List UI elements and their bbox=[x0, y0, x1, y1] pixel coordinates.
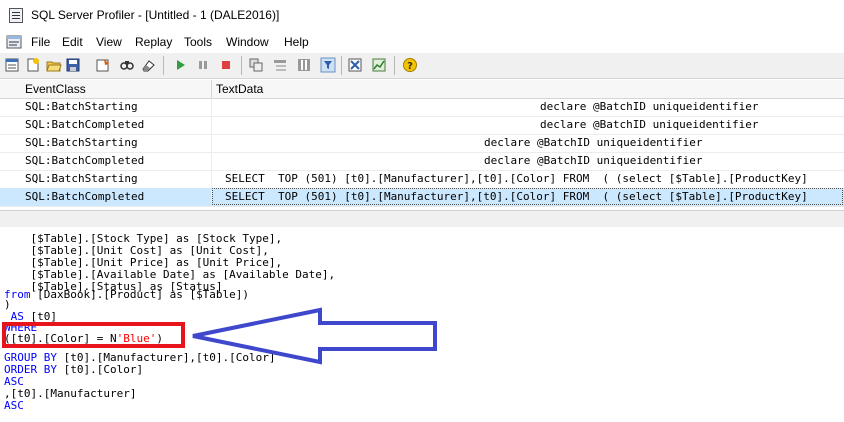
row-textdata: SELECT TOP (501) [t0].[Manufacturer],[t0… bbox=[225, 172, 808, 185]
toolbar-separator bbox=[341, 56, 342, 75]
stop-icon[interactable] bbox=[218, 57, 234, 73]
table-row[interactable]: SQL:BatchCompleted declare @BatchID uniq… bbox=[0, 116, 844, 135]
perfmon-icon[interactable] bbox=[371, 57, 387, 73]
row-eventclass: SQL:BatchStarting bbox=[25, 100, 138, 113]
svg-text:?: ? bbox=[407, 61, 413, 72]
menu-file[interactable]: File bbox=[31, 35, 50, 49]
menu-replay[interactable]: Replay bbox=[135, 35, 172, 49]
row-eventclass: SQL:BatchCompleted bbox=[25, 118, 145, 131]
menu-window[interactable]: Window bbox=[226, 35, 269, 49]
cell-divider bbox=[211, 170, 212, 188]
trace-events-grid[interactable]: EventClass TextData SQL:BatchStarting de… bbox=[0, 80, 844, 210]
help-icon[interactable]: ? bbox=[402, 57, 418, 73]
table-row[interactable]: SQL:BatchStarting SELECT TOP (501) [t0].… bbox=[0, 170, 844, 189]
cell-divider bbox=[211, 134, 212, 152]
sql-line: ASC bbox=[4, 399, 24, 412]
highlight-box-annotation bbox=[2, 322, 185, 348]
filter-icon[interactable] bbox=[320, 57, 336, 73]
tuning-advisor-icon[interactable] bbox=[347, 57, 363, 73]
window-system-icon[interactable] bbox=[6, 35, 22, 49]
start-icon[interactable] bbox=[172, 57, 188, 73]
row-textdata: SELECT TOP (501) [t0].[Manufacturer],[t0… bbox=[225, 190, 808, 203]
column-icon[interactable] bbox=[296, 57, 312, 73]
table-row[interactable]: SQL:BatchStarting declare @BatchID uniqu… bbox=[0, 134, 844, 153]
grid-header: EventClass TextData bbox=[0, 80, 844, 99]
row-eventclass: SQL:BatchStarting bbox=[25, 136, 138, 149]
row-eventclass: SQL:BatchCompleted bbox=[25, 154, 145, 167]
auto-scroll-icon[interactable] bbox=[248, 57, 264, 73]
title-bar: SQL Server Profiler - [Untitled - 1 (DAL… bbox=[0, 0, 844, 32]
sql-line: ORDER BY [t0].[Color] bbox=[4, 364, 143, 376]
properties-icon[interactable] bbox=[95, 57, 111, 73]
row-textdata: declare @BatchID uniqueidentifier bbox=[484, 154, 703, 167]
toolbar-separator bbox=[394, 56, 395, 75]
row-textdata: declare @BatchID uniqueidentifier bbox=[540, 118, 759, 131]
menu-edit[interactable]: Edit bbox=[62, 35, 83, 49]
row-textdata: declare @BatchID uniqueidentifier bbox=[540, 100, 759, 113]
column-divider[interactable] bbox=[211, 80, 212, 98]
window-title: SQL Server Profiler - [Untitled - 1 (DAL… bbox=[31, 8, 280, 22]
menu-help[interactable]: Help bbox=[284, 35, 309, 49]
profiler-app-icon bbox=[9, 8, 23, 23]
toolbar-separator bbox=[241, 56, 242, 75]
find-icon[interactable] bbox=[119, 57, 135, 73]
menu-tools[interactable]: Tools bbox=[184, 35, 212, 49]
sql-text: [DaxBook].[Product] as [$Table]) bbox=[30, 288, 250, 301]
table-row-selected[interactable]: SQL:BatchCompleted SELECT TOP (501) [t0]… bbox=[0, 188, 844, 207]
menu-view[interactable]: View bbox=[96, 35, 122, 49]
table-row[interactable]: SQL:BatchStarting declare @BatchID uniqu… bbox=[0, 98, 844, 117]
arrow-annotation bbox=[192, 307, 437, 365]
row-eventclass: SQL:BatchCompleted bbox=[25, 190, 145, 203]
column-header-textdata[interactable]: TextData bbox=[216, 82, 263, 96]
new-template-icon[interactable] bbox=[25, 57, 41, 73]
table-row[interactable]: SQL:BatchCompleted declare @BatchID uniq… bbox=[0, 152, 844, 171]
row-eventclass: SQL:BatchStarting bbox=[25, 172, 138, 185]
sql-text: [t0].[Color] bbox=[56, 363, 144, 376]
cell-divider bbox=[211, 152, 212, 170]
new-trace-icon[interactable] bbox=[4, 57, 20, 73]
column-header-eventclass[interactable]: EventClass bbox=[25, 82, 86, 96]
sql-line: from [DaxBook].[Product] as [$Table]) bbox=[4, 289, 249, 301]
toolbar-separator bbox=[163, 56, 164, 75]
save-icon[interactable] bbox=[65, 57, 81, 73]
row-textdata: declare @BatchID uniqueidentifier bbox=[484, 136, 703, 149]
group-icon[interactable] bbox=[272, 57, 288, 73]
cell-divider bbox=[211, 116, 212, 134]
pane-splitter[interactable] bbox=[0, 210, 844, 228]
menu-bar: File Edit View Replay Tools Window Help bbox=[0, 32, 844, 52]
toolbar: ? bbox=[0, 53, 844, 79]
clear-icon[interactable] bbox=[140, 57, 156, 73]
open-icon[interactable] bbox=[46, 57, 62, 73]
cell-divider bbox=[211, 98, 212, 116]
pause-icon[interactable] bbox=[195, 57, 211, 73]
